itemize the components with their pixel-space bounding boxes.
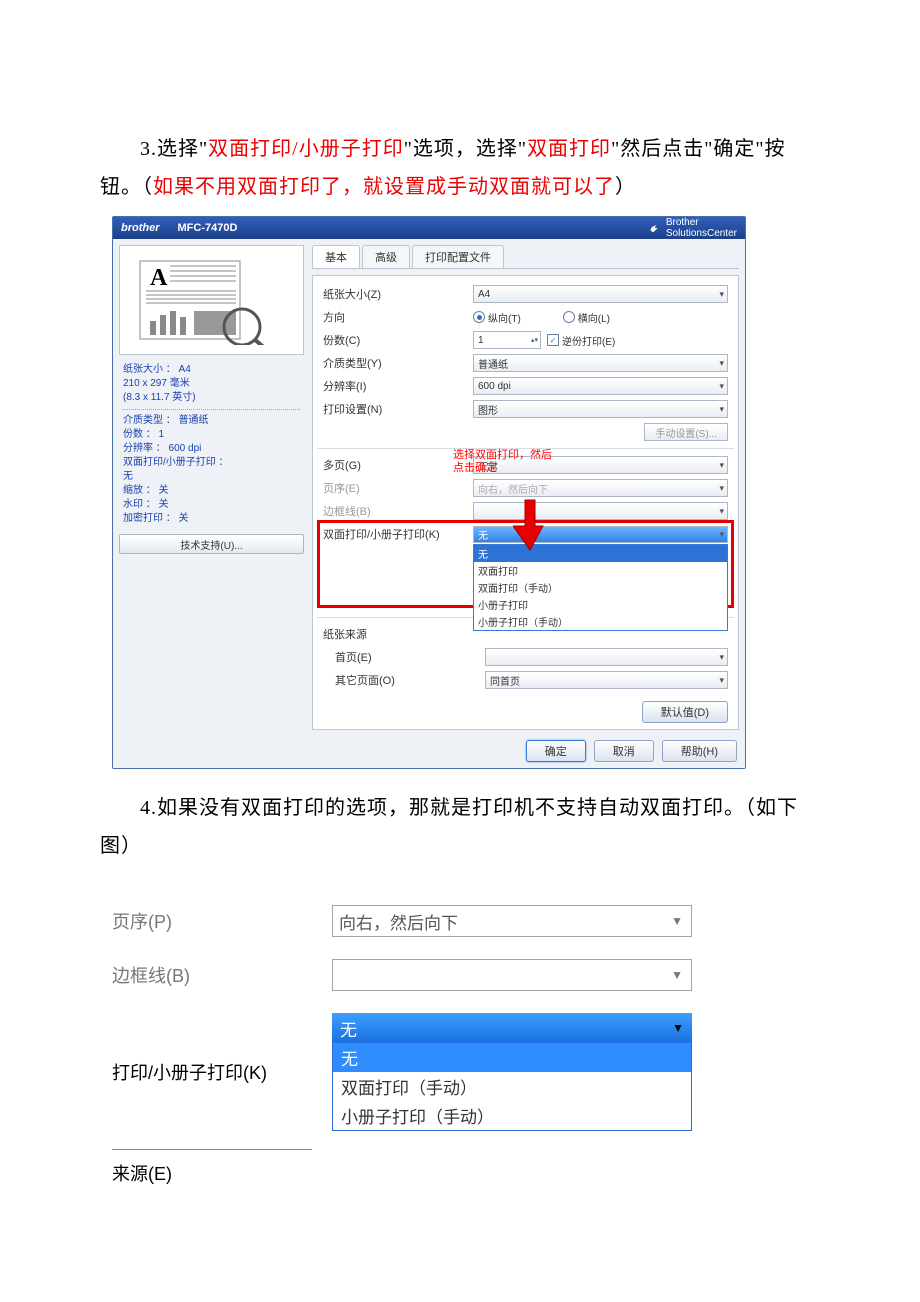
- label-page-order: 页序(E): [323, 480, 473, 496]
- duplex-dropdown[interactable]: 无 双面打印 双面打印（手动） 小册子打印 小册子打印（手动）: [473, 544, 728, 631]
- annotation-arrow-icon: [513, 498, 547, 552]
- solutions-center-link[interactable]: BrotherSolutionsCenter: [648, 217, 737, 239]
- brother-dialog-screenshot: brother MFC-7470D BrotherSolutionsCenter…: [112, 216, 746, 769]
- tab-basic[interactable]: 基本: [312, 245, 360, 268]
- radio-portrait[interactable]: 纵向(T): [473, 310, 521, 325]
- dialog-header: brother MFC-7470D BrotherSolutionsCenter: [113, 217, 745, 239]
- page-preview: A: [119, 245, 304, 355]
- combo-page-order: 向右，然后向下: [473, 479, 728, 497]
- checkbox-reverse[interactable]: ✓逆份打印(E): [547, 333, 615, 348]
- s2-opt-none[interactable]: 无: [333, 1043, 691, 1072]
- label-source: 纸张来源: [323, 626, 473, 642]
- label-other-pages: 其它页面(O): [323, 672, 485, 688]
- label-multipage: 多页(G): [323, 457, 473, 473]
- s2-label-order: 页序(P): [112, 908, 332, 934]
- opt-booklet[interactable]: 小册子打印: [474, 596, 727, 613]
- combo-border: [473, 502, 728, 520]
- label-border: 边框线(B): [323, 503, 473, 519]
- label-paper-size: 纸张大小(Z): [323, 286, 473, 302]
- opt-none[interactable]: 无: [474, 545, 727, 562]
- s2-opt-booklet-manual[interactable]: 小册子打印（手动）: [333, 1101, 691, 1130]
- preview-metadata: 纸张大小 ： A4 210 x 297 毫米 (8.3 x 11.7 英寸) 介…: [119, 361, 304, 528]
- manual-settings-button[interactable]: 手动设置(S)...: [644, 423, 728, 441]
- paragraph-4: 4.如果没有双面打印的选项，那就是打印机不支持自动双面打印。（如下图）: [100, 789, 820, 865]
- label-print-settings: 打印设置(N): [323, 401, 473, 417]
- default-button[interactable]: 默认值(D): [642, 701, 728, 723]
- s2-label-duplex: 打印/小册子打印(K): [112, 1059, 332, 1085]
- s2-duplex-dropdown[interactable]: 无 双面打印（手动） 小册子打印（手动）: [332, 1043, 692, 1131]
- tech-support-button[interactable]: 技术支持(U)...: [119, 534, 304, 554]
- no-duplex-screenshot: 页序(P) 向右，然后向下▼ 边框线(B) .▼ 打印/小册子打印(K) 无▼ …: [112, 905, 692, 1186]
- label-first-page: 首页(E): [323, 649, 485, 665]
- annotation-text: 选择双面打印，然后点击确定: [453, 449, 552, 475]
- combo-other-pages[interactable]: 同首页: [485, 671, 728, 689]
- opt-duplex-manual[interactable]: 双面打印（手动）: [474, 579, 727, 596]
- combo-resolution[interactable]: 600 dpi: [473, 377, 728, 395]
- s2-combo-border: .▼: [332, 959, 692, 991]
- svg-text:A: A: [150, 265, 168, 291]
- tab-profile[interactable]: 打印配置文件: [412, 245, 504, 268]
- combo-paper-size[interactable]: A4: [473, 285, 728, 303]
- s2-label-border: 边框线(B): [112, 962, 332, 988]
- paragraph-3: 3.选择"双面打印/小册子打印"选项，选择"双面打印"然后点击"确定"按钮。（如…: [100, 130, 820, 206]
- solutions-icon: [648, 221, 662, 235]
- help-button[interactable]: 帮助(H): [662, 740, 737, 762]
- model-label: MFC-7470D: [178, 222, 238, 234]
- radio-landscape[interactable]: 横向(L): [563, 310, 610, 325]
- label-orientation: 方向: [323, 309, 473, 325]
- label-resolution: 分辨率(I): [323, 378, 473, 394]
- combo-media[interactable]: 普通纸: [473, 354, 728, 372]
- combo-first-page[interactable]: [485, 648, 728, 666]
- s2-combo-order: 向右，然后向下▼: [332, 905, 692, 937]
- opt-booklet-manual[interactable]: 小册子打印（手动）: [474, 613, 727, 630]
- tab-advanced[interactable]: 高级: [362, 245, 410, 268]
- brand-logo: brother: [121, 222, 160, 234]
- s2-opt-duplex-manual[interactable]: 双面打印（手动）: [333, 1072, 691, 1101]
- spinner-copies[interactable]: 1: [473, 331, 541, 349]
- combo-print-settings[interactable]: 图形: [473, 400, 728, 418]
- label-copies: 份数(C): [323, 332, 473, 348]
- cancel-button[interactable]: 取消: [594, 740, 654, 762]
- tab-bar: 基本 高级 打印配置文件: [312, 245, 739, 269]
- s2-combo-duplex[interactable]: 无▼: [332, 1013, 692, 1043]
- label-media: 介质类型(Y): [323, 355, 473, 371]
- opt-duplex[interactable]: 双面打印: [474, 562, 727, 579]
- s2-label-source: 来源(E): [112, 1160, 332, 1186]
- ok-button[interactable]: 确定: [526, 740, 586, 762]
